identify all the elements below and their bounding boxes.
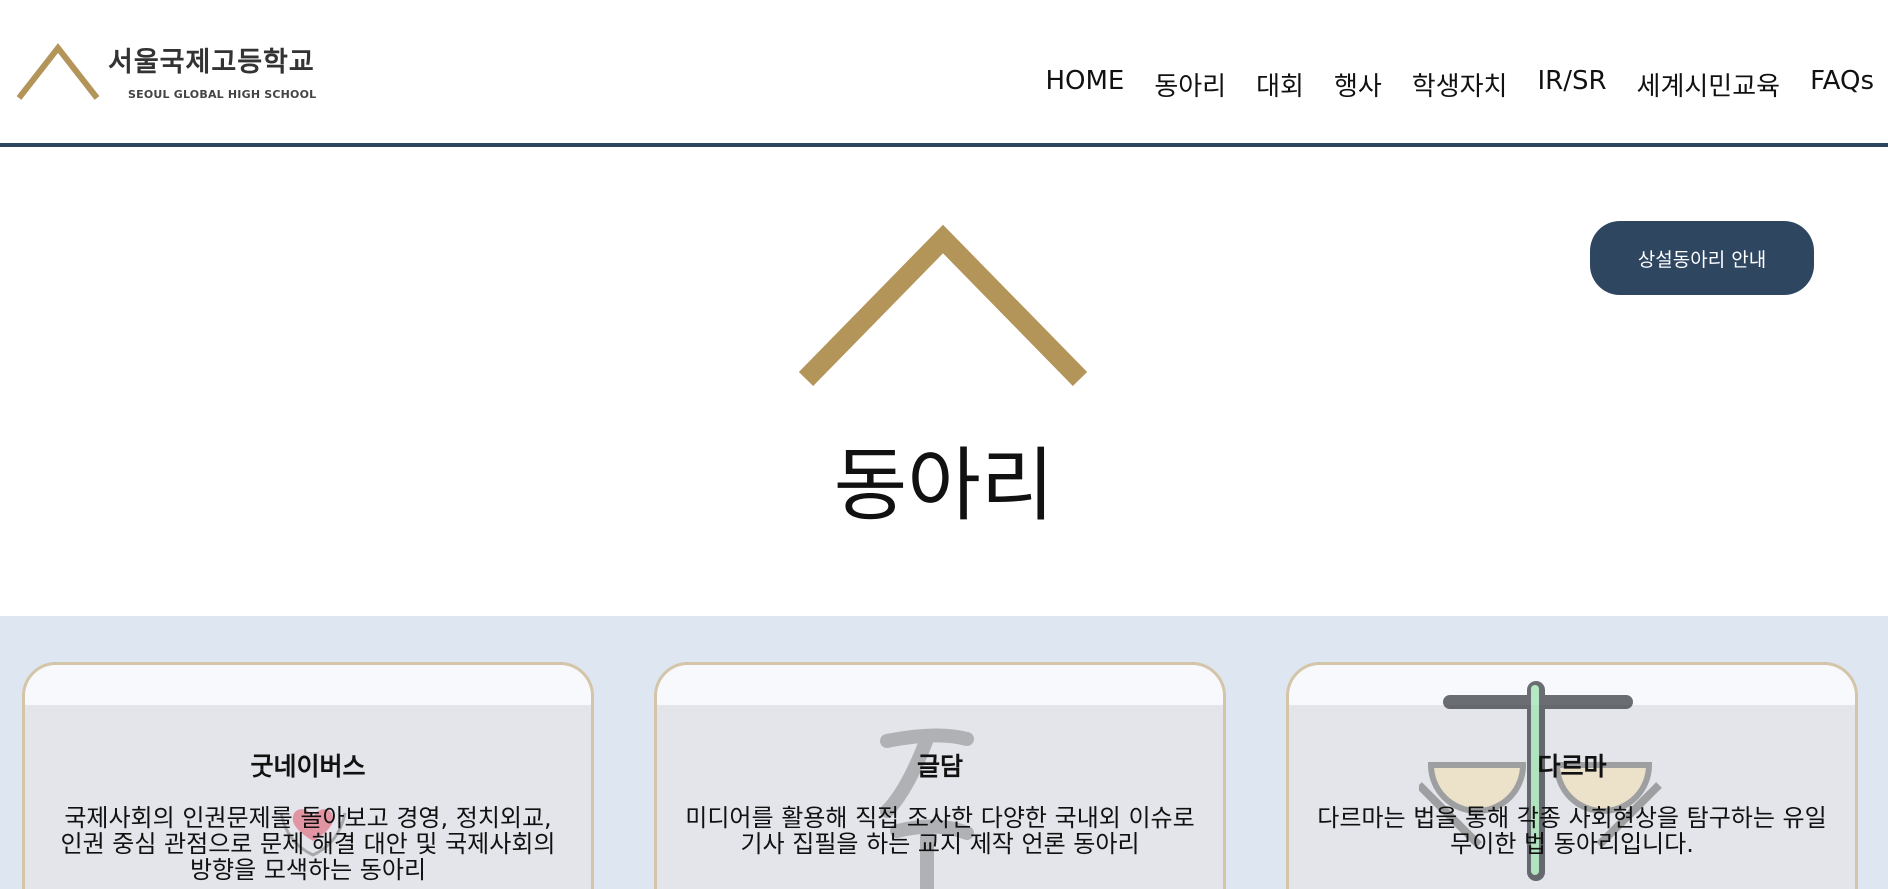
nav-faqs[interactable]: FAQs	[1795, 66, 1874, 103]
school-logo[interactable]: 서울국제고등학교 SEOUL GLOBAL HIGH SCHOOL	[16, 40, 316, 104]
main-nav: HOME 동아리 대회 행사 학생자치 IR/SR 세계시민교육 FAQs	[1030, 66, 1874, 103]
club-card-goodneighbors[interactable]: 굿네이버스 국제사회의 인권문제를 돌아보고 경영, 정치외교, 인권 중심 관…	[22, 662, 594, 889]
nav-home[interactable]: HOME	[1030, 66, 1139, 103]
site-header: 서울국제고등학교 SEOUL GLOBAL HIGH SCHOOL HOME 동…	[0, 0, 1888, 147]
page-title: 동아리	[833, 439, 1055, 532]
clubs-card-section: 굿네이버스 국제사회의 인권문제를 돌아보고 경영, 정치외교, 인권 중심 관…	[0, 616, 1888, 889]
hero-section: 동아리 상설동아리 안내	[0, 151, 1888, 616]
roof-logo-icon	[16, 43, 100, 100]
nav-clubs[interactable]: 동아리	[1139, 66, 1241, 103]
card-title: 굿네이버스	[250, 752, 366, 781]
nav-events[interactable]: 행사	[1319, 66, 1397, 103]
card-title: 다르마	[1537, 752, 1607, 781]
club-card-dharma[interactable]: 다르마 다르마는 법을 통해 각종 사회현상을 탐구하는 유일무이한 법 동아리…	[1286, 662, 1858, 889]
logo-korean-name: 서울국제고등학교	[108, 47, 315, 78]
roof-emblem-icon	[798, 224, 1088, 386]
nav-competitions[interactable]: 대회	[1241, 66, 1319, 103]
nav-global-citizenship[interactable]: 세계시민교육	[1622, 66, 1796, 103]
nav-ir-sr[interactable]: IR/SR	[1522, 66, 1621, 103]
nav-student-council[interactable]: 학생자치	[1397, 66, 1523, 103]
card-header-strip	[25, 665, 591, 705]
card-header-strip	[657, 665, 1223, 705]
card-title: 글담	[916, 752, 963, 781]
club-card-geuldam[interactable]: 글담 미디어를 활용해 직접 조사한 다양한 국내외 이슈로 기사 집필을 하는…	[654, 662, 1226, 889]
card-description: 국제사회의 인권문제를 돌아보고 경영, 정치외교, 인권 중심 관점으로 문제…	[60, 804, 556, 884]
card-description: 다르마는 법을 통해 각종 사회현상을 탐구하는 유일무이한 법 동아리입니다.	[1317, 804, 1827, 858]
club-guide-button[interactable]: 상설동아리 안내	[1590, 221, 1814, 295]
logo-english-name: SEOUL GLOBAL HIGH SCHOOL	[128, 88, 317, 101]
card-description: 미디어를 활용해 직접 조사한 다양한 국내외 이슈로 기사 집필을 하는 교지…	[685, 804, 1195, 858]
